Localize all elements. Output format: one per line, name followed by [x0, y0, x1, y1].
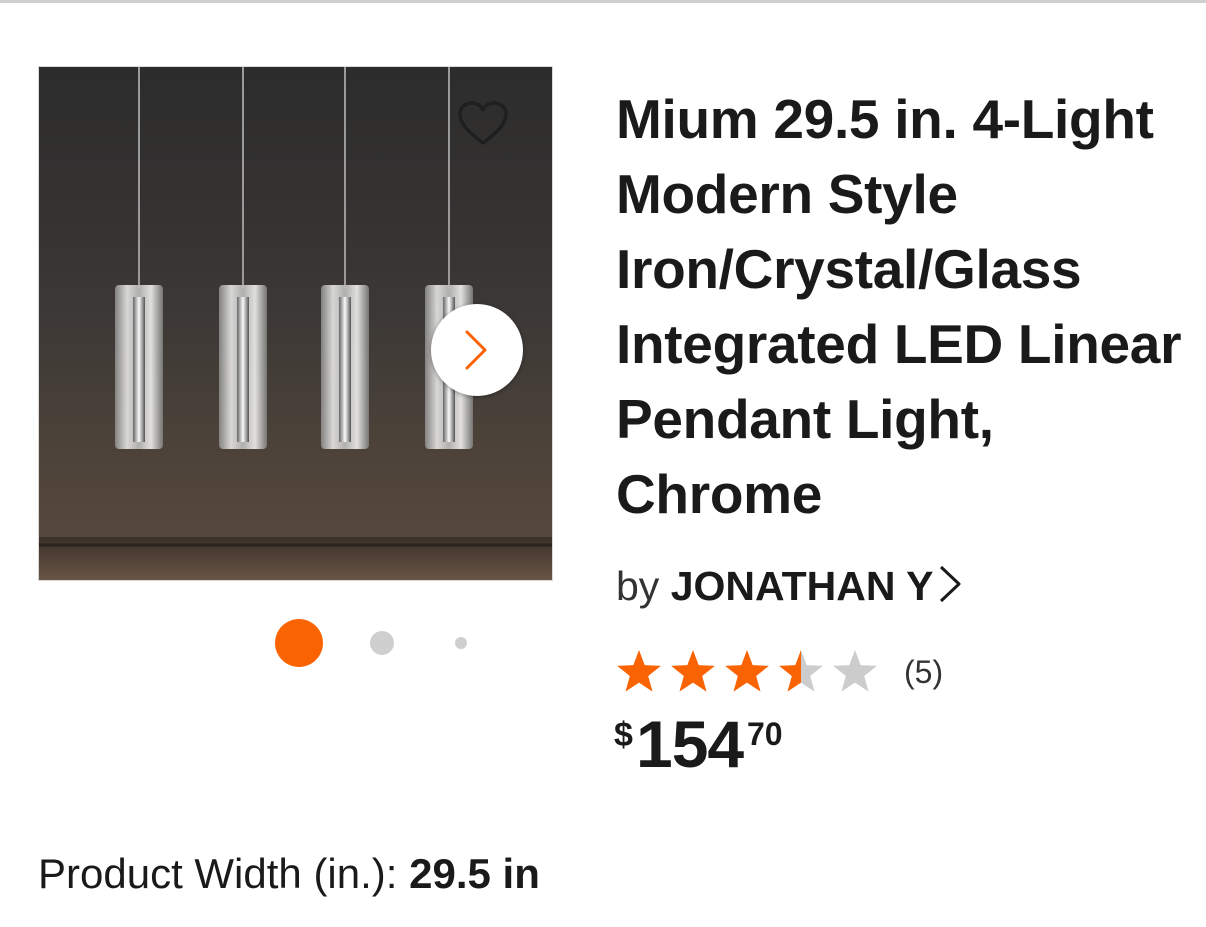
top-divider [0, 0, 1206, 3]
price-cents: 70 [747, 716, 783, 752]
brand-prefix: by [616, 563, 660, 609]
star-icon [779, 650, 823, 692]
star-icon [725, 650, 769, 692]
heart-outline-icon [458, 101, 508, 145]
pagination-dot-2[interactable] [370, 631, 394, 655]
product-spec: Product Width (in.): 29.5 in [38, 850, 540, 898]
star-icon [833, 650, 877, 692]
spec-label: Product Width (in.): [38, 850, 398, 897]
chevron-right-icon [940, 565, 961, 603]
chevron-right-icon [465, 330, 487, 370]
price-dollars: 154 [636, 707, 744, 781]
image-pagination [273, 618, 473, 668]
brand-name[interactable]: JONATHAN Y [671, 563, 934, 609]
star-icon [617, 650, 661, 692]
product-image[interactable] [38, 66, 553, 581]
review-count[interactable]: (5) [904, 654, 943, 691]
star-icon [671, 650, 715, 692]
price-currency: $ [614, 716, 633, 754]
favorite-button[interactable] [457, 101, 509, 147]
rating-stars [617, 650, 877, 692]
pagination-dot-1[interactable] [275, 619, 323, 667]
spec-value: 29.5 in [409, 850, 540, 897]
brand-link[interactable]: by JONATHAN Y [616, 560, 963, 612]
next-image-button[interactable] [431, 304, 523, 396]
pagination-dot-3[interactable] [455, 637, 467, 649]
product-title: Mium 29.5 in. 4-Light Modern Style Iron/… [616, 88, 1182, 525]
